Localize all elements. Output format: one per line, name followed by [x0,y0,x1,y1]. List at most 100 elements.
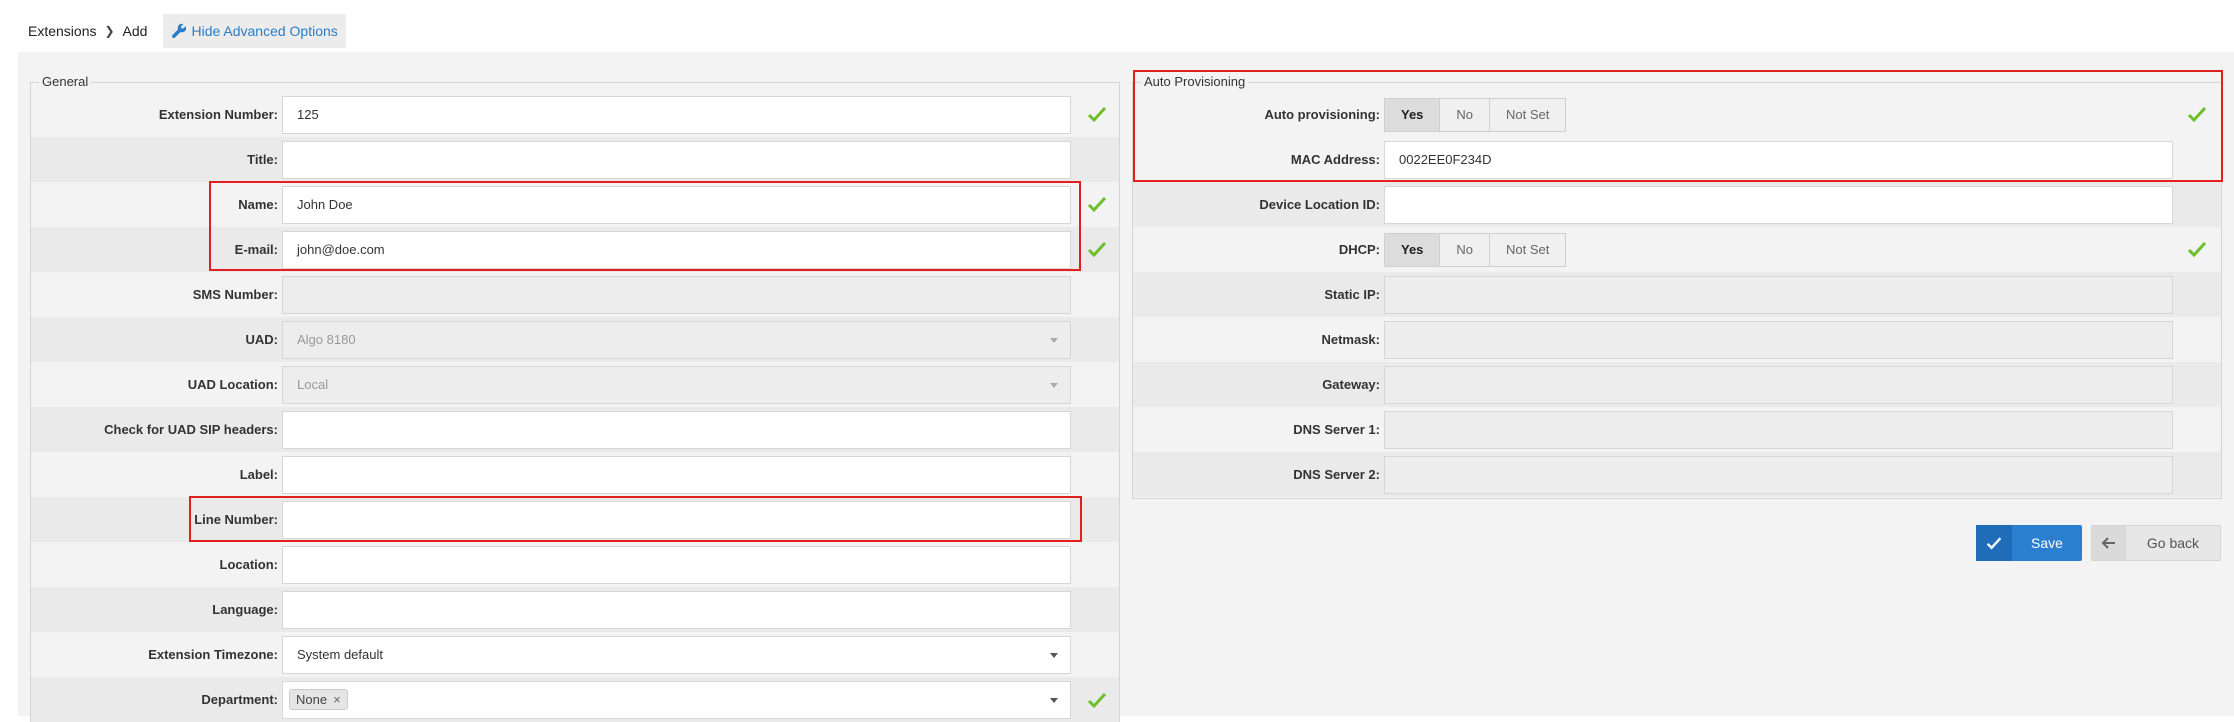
netmask-label: Netmask: [1321,332,1380,347]
caret-down-icon [1050,337,1058,343]
row-label: Label: [31,452,1119,497]
location-label: Location: [219,557,279,572]
auto-provisioning-panel: Auto Provisioning Auto provisioning: Yes… [1132,74,2222,499]
row-auto-provisioning: Auto provisioning: Yes No Not Set [1133,92,2221,137]
auto-provisioning-no[interactable]: No [1440,98,1491,131]
sms-number-label: SMS Number: [192,287,278,302]
check-icon [1087,196,1107,213]
department-tag-label: None [296,692,328,707]
auto-provisioning-legend: Auto Provisioning [1141,74,1249,90]
row-netmask: Netmask: [1133,317,2221,362]
department-label: Department: [201,692,278,707]
line-number-label: Line Number: [194,512,278,527]
go-back-button-label: Go back [2146,535,2200,551]
auto-provisioning-not-set[interactable]: Not Set [1490,99,1565,131]
language-input[interactable] [282,590,1071,629]
email-value: john@doe.com [297,242,385,257]
name-input[interactable]: John Doe [282,185,1071,224]
mac-address-label: MAC Address: [1290,152,1380,167]
auto-provisioning-yes[interactable]: Yes [1385,98,1441,131]
dns2-label: DNS Server 2: [1293,467,1380,482]
uad-label: UAD: [245,332,279,347]
dhcp-no[interactable]: No [1440,233,1491,266]
breadcrumb-add: Add [122,23,148,39]
uad-location-select: Local [282,365,1071,404]
timezone-label: Extension Timezone: [148,647,278,662]
row-dhcp: DHCP: Yes No Not Set [1133,227,2221,272]
general-panel: General Extension Number: 125 Title: Nam… [30,74,1120,722]
timezone-select[interactable]: System default [282,635,1071,674]
uad-select: Algo 8180 [282,320,1071,359]
mac-address-input[interactable]: 0022EE0F234D [1384,140,2173,179]
device-location-id-label: Device Location ID: [1259,197,1380,212]
name-label: Name: [238,197,278,212]
static-ip-input [1384,275,2173,314]
uad-sip-headers-label: Check for UAD SIP headers: [104,422,278,437]
mac-address-value: 0022EE0F234D [1399,152,1492,167]
department-tag: None × [289,689,348,710]
row-department: Department: None × [31,677,1119,722]
label-input[interactable] [282,455,1071,494]
caret-down-icon [1050,382,1058,388]
extension-number-label: Extension Number: [158,107,278,122]
breadcrumb: Extensions ❯ Add [18,14,158,48]
auto-provisioning-toggle: Yes No Not Set [1384,97,1567,132]
row-extension-number: Extension Number: 125 [31,92,1119,137]
check-icon [2187,241,2207,258]
extension-number-value: 125 [297,107,319,122]
hide-advanced-options-link[interactable]: Hide Advanced Options [163,14,346,48]
row-language: Language: [31,587,1119,632]
uad-location-value: Local [297,377,329,392]
gateway-label: Gateway: [1322,377,1380,392]
go-back-button[interactable]: Go back [2091,525,2221,561]
row-static-ip: Static IP: [1133,272,2221,317]
arrow-left-icon [2092,526,2126,560]
caret-down-icon [1050,697,1058,703]
dns1-input [1384,410,2173,449]
dhcp-yes[interactable]: Yes [1385,233,1441,266]
gateway-input [1384,365,2173,404]
caret-down-icon [1050,652,1058,658]
dns2-input [1384,455,2173,494]
breadcrumb-extensions[interactable]: Extensions [28,23,96,39]
row-email: E-mail: john@doe.com [31,227,1119,272]
uad-location-label: UAD Location: [187,377,278,392]
auto-provisioning-label: Auto provisioning: [1264,107,1380,122]
row-uad: UAD: Algo 8180 [31,317,1119,362]
name-value: John Doe [297,197,353,212]
general-legend: General [39,74,92,90]
top-bar: Extensions ❯ Add Hide Advanced Options [18,14,346,48]
extension-number-input[interactable]: 125 [282,95,1071,134]
title-input[interactable] [282,140,1071,179]
label-field-label: Label: [239,467,278,482]
row-dns1: DNS Server 1: [1133,407,2221,452]
device-location-id-input[interactable] [1384,185,2173,224]
row-location: Location: [31,542,1119,587]
timezone-value: System default [297,647,383,662]
title-label: Title: [247,152,278,167]
chevron-right-icon: ❯ [104,24,115,38]
check-icon [1976,525,2012,561]
department-select[interactable]: None × [282,680,1071,719]
location-input[interactable] [282,545,1071,584]
tag-remove-icon[interactable]: × [333,692,341,707]
row-uad-location: UAD Location: Local [31,362,1119,407]
wrench-icon [172,23,187,39]
row-dns2: DNS Server 2: [1133,452,2221,497]
row-device-location-id: Device Location ID: [1133,182,2221,227]
sms-number-input [282,275,1071,314]
row-timezone: Extension Timezone: System default [31,632,1119,677]
line-number-input[interactable] [282,500,1071,539]
dhcp-not-set[interactable]: Not Set [1490,234,1565,266]
row-sms-number: SMS Number: [31,272,1119,317]
email-input[interactable]: john@doe.com [282,230,1071,269]
check-icon [1087,241,1107,258]
language-label: Language: [212,602,278,617]
uad-sip-headers-input[interactable] [282,410,1071,449]
dhcp-label: DHCP: [1338,242,1380,257]
save-button[interactable]: Save [1976,525,2082,561]
check-icon [1087,106,1107,123]
check-icon [2187,106,2207,123]
row-gateway: Gateway: [1133,362,2221,407]
dhcp-toggle: Yes No Not Set [1384,232,1567,267]
